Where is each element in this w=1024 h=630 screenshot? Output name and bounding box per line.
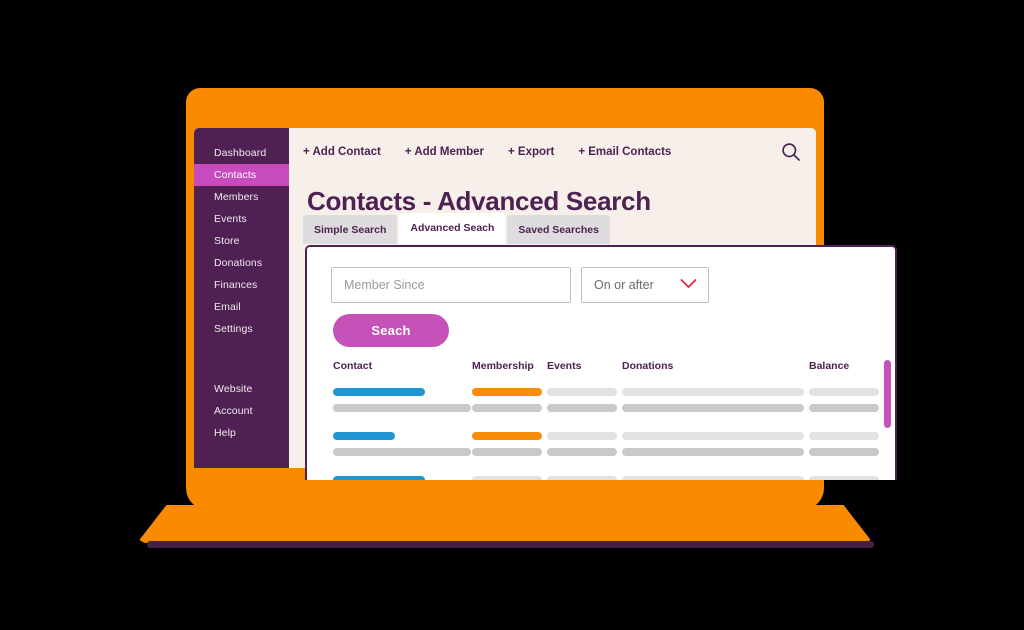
sidebar-item-label: Donations [214, 257, 263, 269]
laptop-foot [147, 541, 874, 548]
cell-placeholder-donations [622, 432, 804, 440]
scrollbar-thumb[interactable] [884, 360, 891, 428]
sidebar-item-label: Settings [214, 323, 253, 335]
sidebar-item-account[interactable]: Account [194, 400, 289, 422]
cell-placeholder-events [547, 388, 617, 396]
cell-placeholder-balance [809, 388, 879, 396]
cell-subline-balance [809, 404, 879, 412]
sidebar-item-label: Contacts [214, 169, 257, 181]
sidebar-item-label: Events [214, 213, 247, 225]
cell-placeholder-donations [622, 388, 804, 396]
tab-label: Simple Search [314, 224, 387, 236]
sidebar-divider-space [194, 340, 289, 378]
chevron-down-icon [679, 277, 698, 293]
cell-placeholder-contact [333, 476, 425, 480]
search-tabs: Simple Search Advanced Seach Saved Searc… [303, 213, 612, 244]
tab-label: Saved Searches [518, 224, 599, 236]
email-contacts-link[interactable]: + Email Contacts [578, 146, 671, 158]
tab-simple-search[interactable]: Simple Search [303, 215, 398, 244]
sidebar-item-members[interactable]: Members [194, 186, 289, 208]
sidebar-item-label: Website [214, 383, 253, 395]
cell-subline-contact [333, 448, 471, 456]
cell-placeholder-events [547, 476, 617, 480]
cell-placeholder-balance [809, 476, 879, 480]
sidebar-item-label: Store [214, 235, 240, 247]
cell-subline-donations [622, 404, 804, 412]
column-header-balance: Balance [809, 360, 850, 372]
sidebar-item-label: Dashboard [214, 147, 267, 159]
cell-placeholder-events [547, 432, 617, 440]
tab-label: Advanced Seach [410, 222, 495, 234]
cell-subline-contact [333, 404, 471, 412]
cell-subline-events [547, 404, 617, 412]
sidebar-item-label: Help [214, 427, 236, 439]
results-scrollbar[interactable] [884, 360, 891, 480]
column-header-contact: Contact [333, 360, 373, 372]
add-member-link[interactable]: + Add Member [405, 146, 484, 158]
cell-placeholder-membership [472, 388, 542, 396]
advanced-search-panel: Member Since On or after Seach Contact M… [305, 245, 897, 480]
search-submit-button[interactable]: Seach [333, 314, 449, 347]
filter-row: Member Since On or after [331, 267, 709, 303]
export-link[interactable]: + Export [508, 146, 554, 158]
column-header-events: Events [547, 360, 582, 372]
cell-subline-donations [622, 448, 804, 456]
sidebar-primary-nav: Dashboard Contacts Members Events Store … [194, 128, 289, 340]
cell-subline-membership [472, 404, 542, 412]
laptop-base [137, 505, 873, 543]
sidebar-item-label: Account [214, 405, 253, 417]
sidebar-item-label: Finances [214, 279, 258, 291]
column-header-donations: Donations [622, 360, 674, 372]
cell-subline-balance [809, 448, 879, 456]
sidebar-item-label: Members [214, 191, 259, 203]
cell-placeholder-balance [809, 432, 879, 440]
sidebar-item-contacts[interactable]: Contacts [194, 164, 289, 186]
sidebar-item-dashboard[interactable]: Dashboard [194, 142, 289, 164]
action-toolbar: + Add Contact + Add Member + Export + Em… [303, 141, 802, 163]
sidebar-item-finances[interactable]: Finances [194, 274, 289, 296]
results-table: Contact Membership Events Donations Bala… [307, 360, 895, 480]
cell-placeholder-membership [472, 432, 542, 440]
member-since-placeholder: Member Since [344, 278, 425, 292]
cell-subline-membership [472, 448, 542, 456]
illustration-scene: Dashboard Contacts Members Events Store … [0, 0, 1024, 630]
cell-placeholder-contact [333, 432, 395, 440]
sidebar-item-settings[interactable]: Settings [194, 318, 289, 340]
sidebar-item-label: Email [214, 301, 241, 313]
add-contact-link[interactable]: + Add Contact [303, 146, 381, 158]
tab-advanced-search[interactable]: Advanced Seach [399, 213, 506, 244]
column-header-membership: Membership [472, 360, 534, 372]
cell-placeholder-contact [333, 388, 425, 396]
results-header-row: Contact Membership Events Donations Bala… [307, 360, 895, 380]
sidebar-item-store[interactable]: Store [194, 230, 289, 252]
cell-placeholder-membership [472, 476, 542, 480]
sidebar-item-donations[interactable]: Donations [194, 252, 289, 274]
sidebar: Dashboard Contacts Members Events Store … [194, 128, 289, 468]
member-since-input[interactable]: Member Since [331, 267, 571, 303]
sidebar-item-help[interactable]: Help [194, 422, 289, 444]
cell-placeholder-donations [622, 476, 804, 480]
sidebar-item-email[interactable]: Email [194, 296, 289, 318]
cell-subline-events [547, 448, 617, 456]
sidebar-item-website[interactable]: Website [194, 378, 289, 400]
sidebar-secondary-nav: Website Account Help [194, 378, 289, 444]
search-icon[interactable] [780, 141, 802, 163]
sidebar-item-events[interactable]: Events [194, 208, 289, 230]
operator-select[interactable]: On or after [581, 267, 709, 303]
tab-saved-searches[interactable]: Saved Searches [507, 215, 610, 244]
panel-tab-notch [307, 247, 492, 251]
operator-selected-value: On or after [594, 278, 654, 292]
